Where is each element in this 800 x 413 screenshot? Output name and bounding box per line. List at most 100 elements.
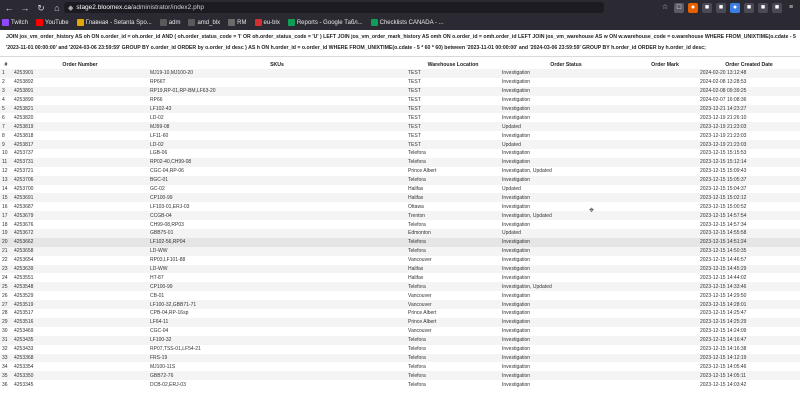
extension-icon[interactable]: ■ <box>772 2 782 13</box>
cell-created-date: 2023-12-15 15:04:37 <box>698 184 800 194</box>
cell-order-number: 4253368 <box>12 353 148 363</box>
bookmark-label: Главная - Setanta Spo... <box>85 19 152 26</box>
cell-order-number: 4253892 <box>12 77 148 87</box>
cell-order-mark <box>632 264 698 274</box>
bookmark-item[interactable]: RM <box>228 19 247 26</box>
extension-icon[interactable]: ■ <box>702 2 712 13</box>
cell-skus: RP03,LF101-88 <box>148 255 406 265</box>
extension-icon[interactable]: ■ <box>716 2 726 13</box>
cell-order-status: Investigation <box>500 300 632 310</box>
address-bar[interactable]: ◆ stage2.bloomex.ca/administrator/index2… <box>64 2 604 13</box>
mouse-cursor-icon: ⌖ <box>589 205 595 215</box>
cell-order-number: 4253516 <box>12 317 148 327</box>
cell-index: 25 <box>0 282 12 292</box>
cell-created-date: 2023-12-15 14:03:42 <box>698 380 800 390</box>
cell-order-number: 4253345 <box>12 380 148 390</box>
sql-query-text: JOIN jos_vm_order_history AS oh ON o.ord… <box>6 32 796 54</box>
cell-skus: HT-87 <box>148 273 406 283</box>
cell-skus: LF102-43 <box>148 104 406 114</box>
bookmark-item[interactable]: amd_blx <box>188 19 220 26</box>
cell-created-date: 2023-12-15 14:24:09 <box>698 326 800 336</box>
cell-order-number: 4253551 <box>12 273 148 283</box>
table-row: 31 4253435 LF100-32 Telefora Investigation 20… <box>0 335 800 345</box>
cell-warehouse: Telefora <box>406 353 500 363</box>
cell-index: 35 <box>0 371 12 381</box>
cell-index: 11 <box>0 157 12 167</box>
cell-order-number: 4253469 <box>12 326 148 336</box>
forward-icon[interactable]: → <box>18 2 32 14</box>
url-text: stage2.bloomex.ca/administrator/index2.p… <box>76 4 204 11</box>
sql-query-line: '2023-11-01 00:00:00' and '2024-03-06 23… <box>6 45 706 51</box>
cell-order-mark <box>632 300 698 310</box>
cell-order-mark <box>632 246 698 256</box>
table-row: 26 4253529 CB-01 Vancouver Investigation 2023… <box>0 291 800 301</box>
cell-index: 22 <box>0 255 12 265</box>
url-path: /administrator/index2.php <box>130 4 204 11</box>
bookmark-item[interactable]: adm <box>159 19 180 26</box>
back-icon[interactable]: ← <box>2 2 16 14</box>
cell-order-number: 4253820 <box>12 113 148 123</box>
cell-order-mark <box>632 220 698 230</box>
cell-warehouse: TEST <box>406 113 500 123</box>
cell-skus: MJ99-08 <box>148 122 406 132</box>
extension-icon[interactable]: ■ <box>744 2 754 13</box>
cell-created-date: 2023-12-15 15:02:12 <box>698 193 800 203</box>
cell-skus: CH99-08,RP03 <box>148 220 406 230</box>
star-icon[interactable]: ☆ <box>660 3 670 13</box>
cell-order-mark <box>632 131 698 141</box>
cell-order-mark <box>632 193 698 203</box>
column-header-order-status: Order Status <box>550 61 582 68</box>
cell-index: 8 <box>0 131 12 141</box>
cell-skus: FRS-19 <box>148 353 406 363</box>
bookmark-item[interactable]: YouTube <box>36 19 69 26</box>
cell-warehouse: Telefora <box>406 149 500 158</box>
cell-order-number: 4253519 <box>12 300 148 310</box>
cell-order-mark <box>632 326 698 336</box>
extension-icon[interactable]: ● <box>688 2 698 13</box>
cell-skus: CCGB-04 <box>148 211 406 221</box>
sql-query-line: JOIN jos_vm_order_history AS oh ON o.ord… <box>6 34 796 40</box>
cell-index: 12 <box>0 166 12 176</box>
cell-order-mark <box>632 255 698 265</box>
reload-icon[interactable]: ↻ <box>34 2 48 14</box>
menu-icon[interactable]: ≡ <box>786 3 796 13</box>
cell-skus: LF100-32,GBB71-71 <box>148 300 406 310</box>
cell-order-status: Investigation <box>500 371 632 381</box>
cell-skus: LF103-01,ERJ-03 <box>148 202 406 212</box>
cell-order-status: Investigation <box>500 246 632 256</box>
cell-order-status: Updated <box>500 140 632 150</box>
cell-order-status: Investigation <box>500 220 632 230</box>
cell-index: 23 <box>0 264 12 274</box>
cell-warehouse: TEST <box>406 131 500 141</box>
cell-skus: RP19,RP-01,RP-BM,LF63-20 <box>148 86 406 96</box>
cell-skus: MJ100-11S <box>148 362 406 372</box>
table-row: 14 4253700 GC-02 Halifax Updated 2023-12-15 1… <box>0 184 800 194</box>
cell-order-number: 4253679 <box>12 211 148 221</box>
cell-order-number: 4253354 <box>12 362 148 372</box>
extension-icon[interactable]: ■ <box>758 2 768 13</box>
bookmark-label: Twitch <box>11 19 29 26</box>
cell-order-mark <box>632 362 698 372</box>
bookmark-label: Checklists CANADA - ... <box>379 19 444 26</box>
table-row: 8 4253818 LF11-60 TEST Investigation 2023-12-… <box>0 131 800 141</box>
cell-warehouse: Telefora <box>406 246 500 256</box>
bookmark-item[interactable]: Reports - Google Табл... <box>287 19 363 26</box>
pocket-icon[interactable]: □ <box>674 2 684 13</box>
extension-icon[interactable]: ● <box>730 2 740 13</box>
bookmark-label: RM <box>237 19 247 26</box>
table-row: 23 4253639 LD-WW Halifax Investigation 2023-1… <box>0 264 800 274</box>
bookmark-item[interactable]: eu-blx <box>254 19 280 26</box>
cell-order-status: Investigation <box>500 353 632 363</box>
cell-order-mark <box>632 77 698 87</box>
cell-warehouse: Vancouver <box>406 300 500 310</box>
cell-index: 31 <box>0 335 12 345</box>
home-icon[interactable]: ⌂ <box>50 2 64 14</box>
cell-order-status: Investigation <box>500 291 632 301</box>
bookmark-item[interactable]: Checklists CANADA - ... <box>370 19 444 26</box>
table-row: 28 4253517 CPB-04,RP-16sp Prince Albert Inve… <box>0 309 800 318</box>
cell-created-date: 2024-02-08 09:39:25 <box>698 86 800 96</box>
bookmark-item[interactable]: Twitch <box>2 19 28 26</box>
cell-order-status: Updated <box>500 184 632 194</box>
bookmark-item[interactable]: Главная - Setanta Spo... <box>76 19 152 26</box>
cell-index: 19 <box>0 229 12 238</box>
